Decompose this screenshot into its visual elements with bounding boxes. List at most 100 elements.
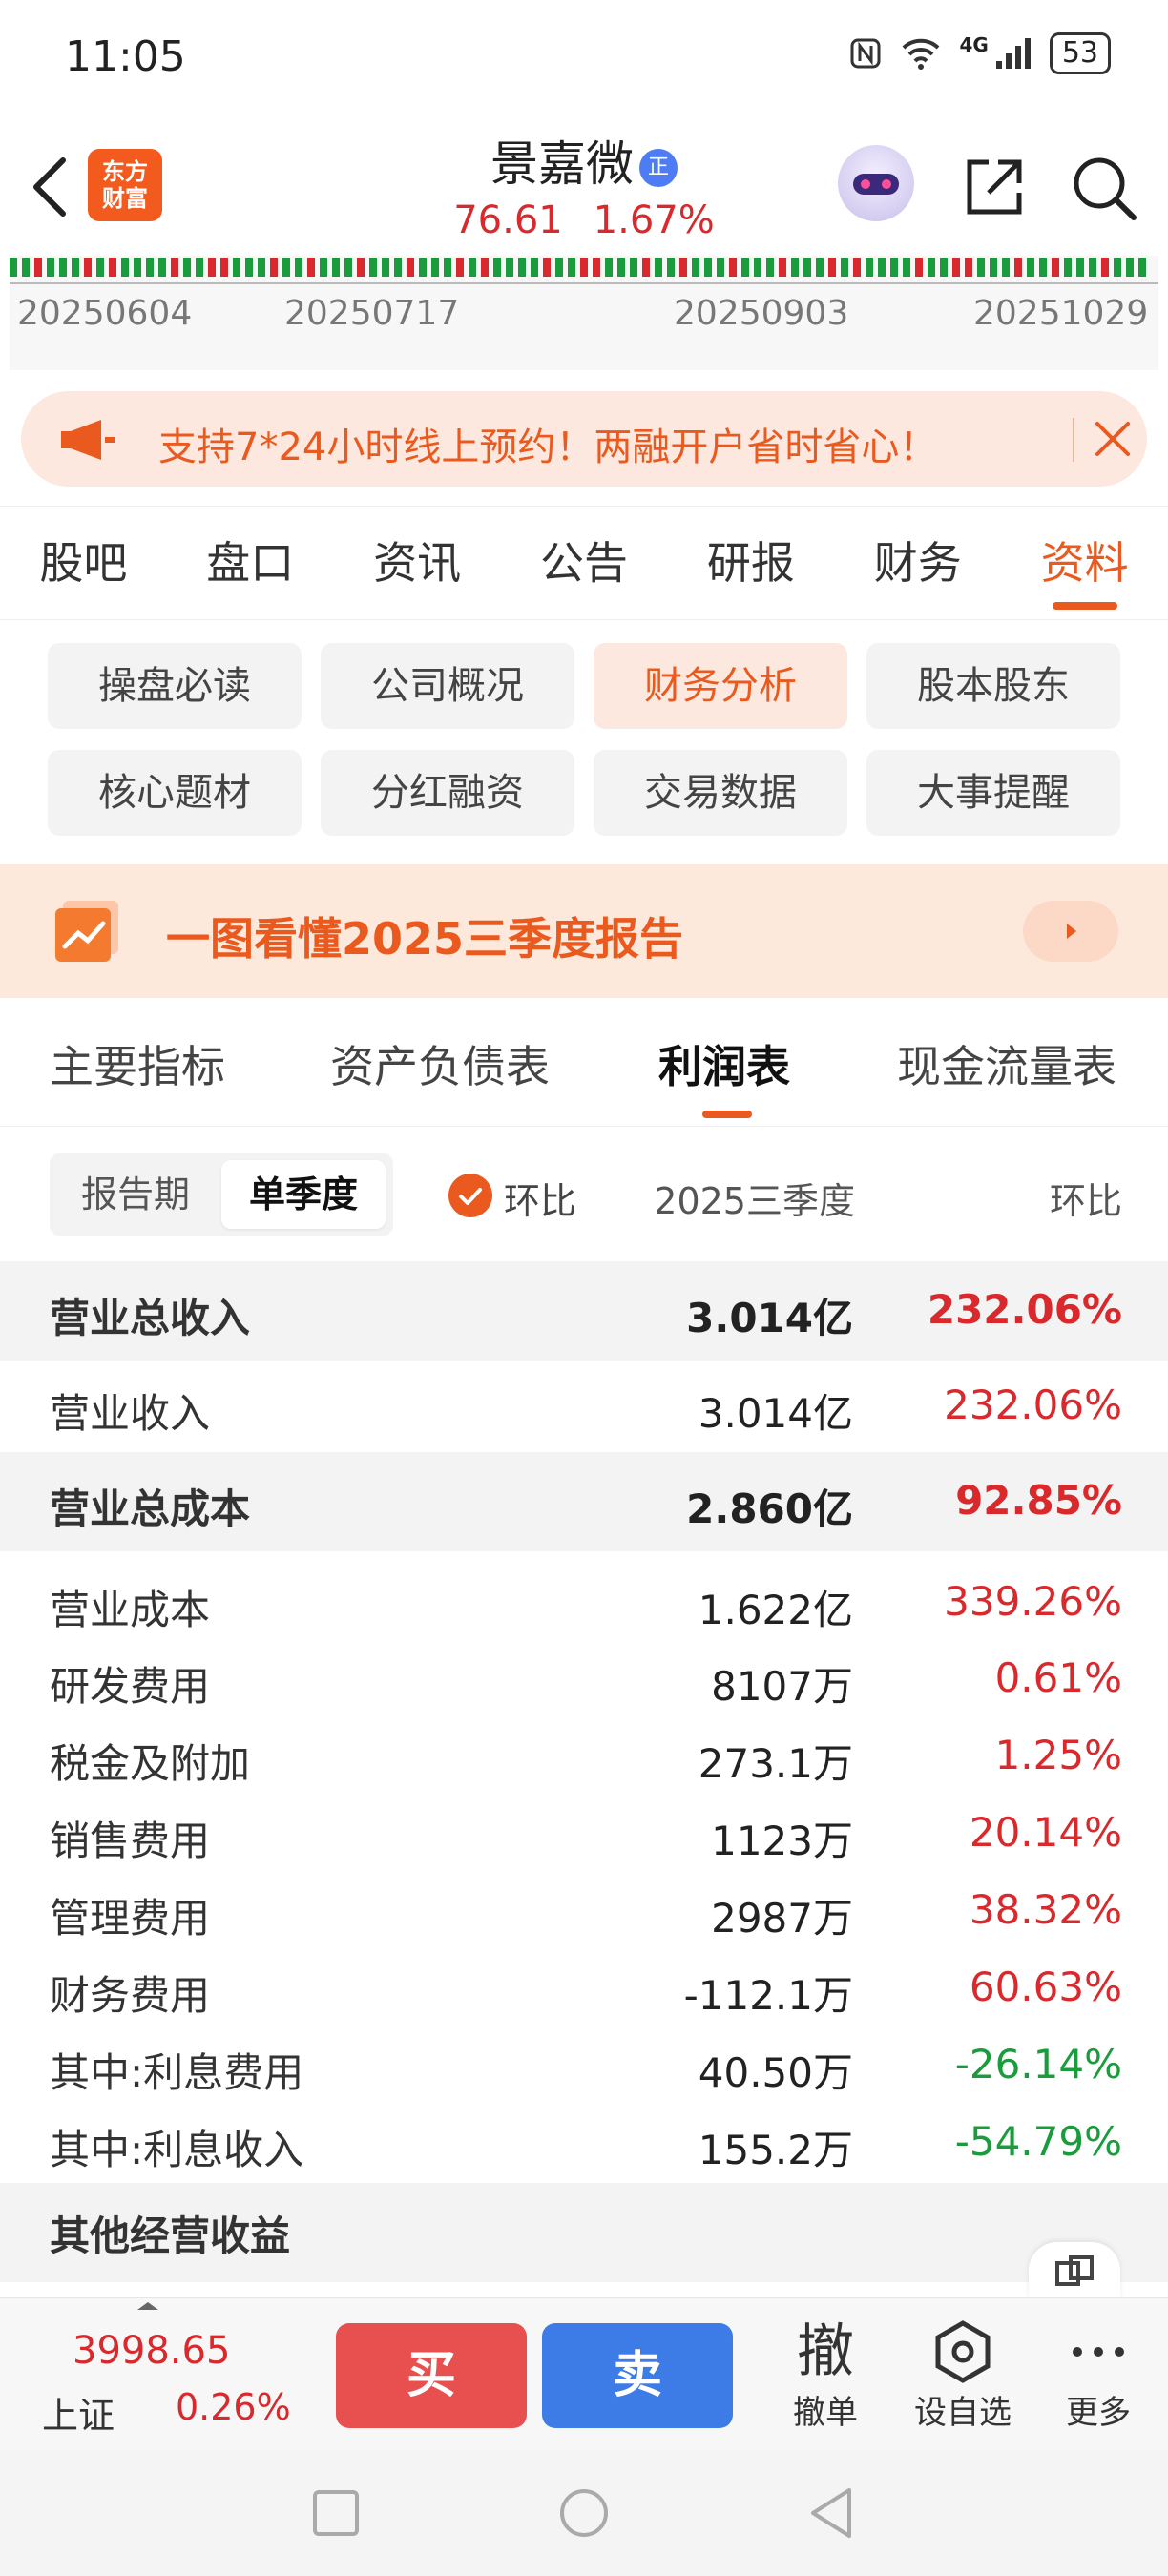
- row-value: 2.860亿: [686, 1485, 853, 1532]
- table-row[interactable]: 营业成本 1.622亿 339.26%: [0, 1570, 1168, 1647]
- cancel-order-button[interactable]: 撤 撤单: [782, 2317, 868, 2433]
- tab-research[interactable]: 研报: [667, 507, 834, 619]
- kline-tick: [47, 258, 54, 277]
- table-row[interactable]: 税金及附加 273.1万 1.25%: [0, 1724, 1168, 1801]
- kline-tick: [208, 258, 216, 277]
- trade-bar: 3998.65 上证 0.26% 买 卖 撤 撤单 设自选 更多: [0, 2297, 1168, 2451]
- sell-button[interactable]: 卖: [542, 2323, 733, 2428]
- kline-tick: [320, 258, 327, 277]
- kline-tick: [121, 258, 129, 277]
- option-single-quarter[interactable]: 单季度: [221, 1160, 386, 1229]
- kline-tick: [903, 258, 910, 277]
- row-value: 155.2万: [698, 2127, 853, 2173]
- kline-tick: [692, 258, 699, 277]
- row-change: -26.14%: [954, 2041, 1122, 2088]
- buy-button[interactable]: 买: [336, 2323, 527, 2428]
- kline-tick: [344, 258, 352, 277]
- tab-news[interactable]: 资讯: [334, 507, 501, 619]
- subnav-company-overview[interactable]: 公司概况: [321, 643, 574, 729]
- date-label: 20251029: [973, 294, 1149, 333]
- subnav-core-themes[interactable]: 核心题材: [48, 750, 302, 836]
- tab-finance[interactable]: 财务: [834, 507, 1001, 619]
- announcement-text: 支持7*24小时线上预约！两融开户省时省心！: [158, 426, 938, 469]
- row-label: 税金及附加: [50, 1740, 251, 1787]
- tab-income-statement[interactable]: 利润表: [658, 1032, 790, 1095]
- kline-tick: [568, 258, 575, 277]
- assistant-robot-icon[interactable]: [838, 145, 914, 221]
- floating-tool-icon[interactable]: [1029, 2242, 1120, 2299]
- subnav-financial-analysis[interactable]: 财务分析: [594, 643, 847, 729]
- recents-icon[interactable]: [311, 2488, 361, 2538]
- column-header-period: 2025三季度: [654, 1180, 855, 1222]
- mini-kline-strip[interactable]: 20250604 20250717 20250903 20251029: [10, 256, 1158, 370]
- share-icon[interactable]: [960, 153, 1029, 225]
- report-banner[interactable]: 一图看懂2025三季度报告: [0, 864, 1168, 998]
- subnav-dividends[interactable]: 分红融资: [321, 750, 574, 836]
- tab-profile[interactable]: 资料: [1001, 507, 1168, 619]
- search-icon[interactable]: [1069, 153, 1139, 227]
- table-row[interactable]: 研发费用 8107万 0.61%: [0, 1647, 1168, 1724]
- row-value: 3.014亿: [698, 1390, 853, 1437]
- expand-up-icon[interactable]: [134, 2298, 162, 2314]
- kline-tick: [940, 258, 948, 277]
- index-name[interactable]: 上证: [42, 2386, 115, 2439]
- qoq-checkbox[interactable]: [448, 1174, 492, 1217]
- tab-pankou[interactable]: 盘口: [167, 507, 334, 619]
- kline-tick: [754, 258, 761, 277]
- status-time: 11:05: [65, 32, 186, 81]
- more-button[interactable]: 更多: [1057, 2317, 1139, 2433]
- cancel-icon: 撤: [797, 2318, 854, 2385]
- kline-tick: [220, 258, 228, 277]
- row-label: 营业总成本: [50, 1485, 251, 1532]
- table-row[interactable]: 管理费用 2987万 38.32%: [0, 1879, 1168, 1956]
- announcement-divider: [1073, 418, 1074, 462]
- kline-tick: [841, 258, 848, 277]
- row-change: 232.06%: [944, 1381, 1122, 1428]
- kline-tick: [245, 258, 253, 277]
- play-icon: [1067, 924, 1076, 939]
- kline-ticks: [10, 258, 1158, 279]
- table-row[interactable]: 其中:利息收入 155.2万 -54.79%: [0, 2110, 1168, 2188]
- banner-play-button[interactable]: [1023, 901, 1118, 962]
- table-row[interactable]: 营业总收入 3.014亿 232.06%: [0, 1261, 1168, 1361]
- tab-key-indicators[interactable]: 主要指标: [50, 1032, 225, 1095]
- kline-tick: [1089, 258, 1096, 277]
- tab-cash-flow[interactable]: 现金流量表: [897, 1032, 1116, 1095]
- announcement-bar[interactable]: 支持7*24小时线上预约！两融开户省时省心！: [21, 391, 1147, 487]
- subnav-trading-data[interactable]: 交易数据: [594, 750, 847, 836]
- index-change[interactable]: 0.26%: [176, 2386, 291, 2428]
- kline-tick: [481, 258, 489, 277]
- kline-tick: [394, 258, 402, 277]
- kline-tick: [282, 258, 290, 277]
- index-value[interactable]: 3998.65: [73, 2329, 230, 2373]
- table-row[interactable]: 营业总成本 2.860亿 92.85%: [0, 1452, 1168, 1551]
- option-report-period[interactable]: 报告期: [50, 1153, 221, 1236]
- qoq-checkbox-label[interactable]: 环比: [504, 1172, 576, 1224]
- row-value: -112.1万: [683, 1972, 853, 2019]
- kline-tick: [555, 258, 563, 277]
- table-row[interactable]: 销售费用 1123万 20.14%: [0, 1801, 1168, 1879]
- back-nav-icon[interactable]: [807, 2486, 857, 2540]
- battery-icon: 53: [1049, 32, 1111, 74]
- tab-guba[interactable]: 股吧: [0, 507, 167, 619]
- report-tabs: 主要指标 资产负债表 利润表 现金流量表: [0, 998, 1168, 1127]
- row-change: 339.26%: [944, 1578, 1122, 1625]
- table-row[interactable]: 营业收入 3.014亿 232.06%: [0, 1361, 1168, 1452]
- row-change: 1.25%: [994, 1732, 1122, 1778]
- table-row[interactable]: 其中:利息费用 40.50万 -26.14%: [0, 2033, 1168, 2110]
- kline-tick: [357, 258, 365, 277]
- tab-indicator: [702, 1111, 752, 1118]
- subnav-shareholders[interactable]: 股本股东: [866, 643, 1120, 729]
- kline-tick: [493, 258, 501, 277]
- add-watchlist-button[interactable]: 设自选: [907, 2317, 1019, 2433]
- table-row[interactable]: 财务费用 -112.1万 60.63%: [0, 1956, 1168, 2033]
- tab-balance-sheet[interactable]: 资产负债表: [330, 1032, 550, 1095]
- close-icon[interactable]: [1090, 416, 1136, 462]
- kline-tick: [332, 258, 340, 277]
- system-nav-bar: [0, 2450, 1168, 2576]
- subnav-trading-guide[interactable]: 操盘必读: [48, 643, 302, 729]
- home-icon[interactable]: [557, 2486, 611, 2540]
- table-row[interactable]: 其他经营收益: [0, 2183, 1168, 2282]
- tab-announcements[interactable]: 公告: [501, 507, 668, 619]
- subnav-events[interactable]: 大事提醒: [866, 750, 1120, 836]
